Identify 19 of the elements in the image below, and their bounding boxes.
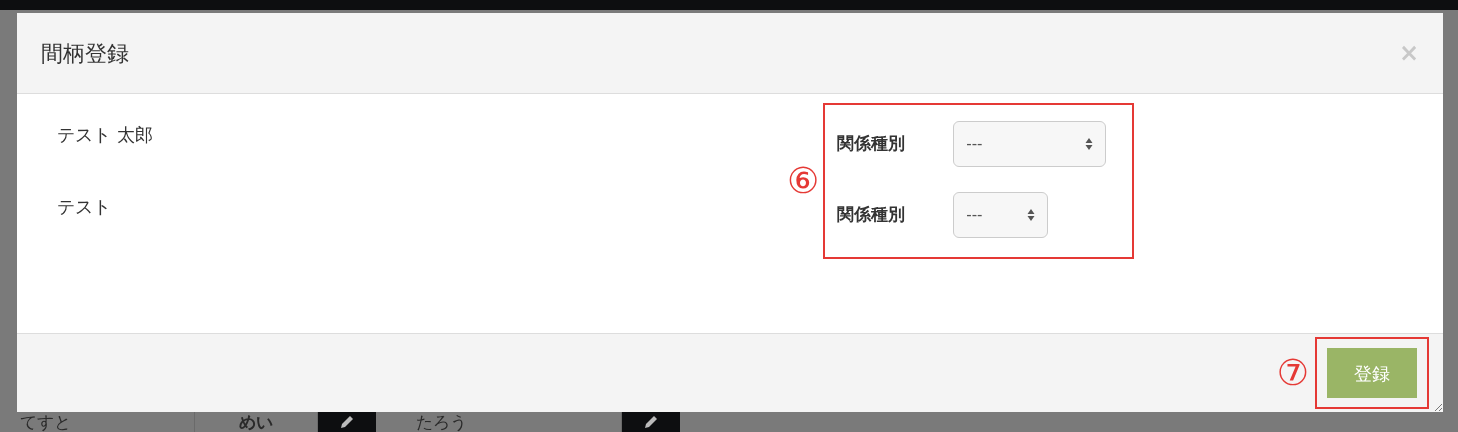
field-label: 関係種別 [837,132,907,156]
select-field[interactable]: --- [953,121,1107,167]
table-cell: てすと [20,413,71,431]
edit-button[interactable] [318,412,376,432]
sort-arrows-icon [1027,208,1036,222]
field-label: 関係種別 [837,203,907,227]
pencil-icon [643,414,659,430]
select-field[interactable]: --- [953,192,1049,238]
resize-grip-icon [1433,402,1443,412]
table-cell: たろう [416,413,467,431]
sort-arrows-icon [1085,137,1094,151]
table-cell: めい [239,413,273,431]
pencil-icon [339,414,355,430]
annotation-number: ⑦ [1276,355,1309,391]
edit-button[interactable] [622,412,680,432]
annotation-number: ⑥ [787,163,820,199]
person-name: テスト [57,196,112,218]
person-name: テスト 太郎 [57,124,154,146]
modal-title: 間柄登録 [41,39,129,68]
